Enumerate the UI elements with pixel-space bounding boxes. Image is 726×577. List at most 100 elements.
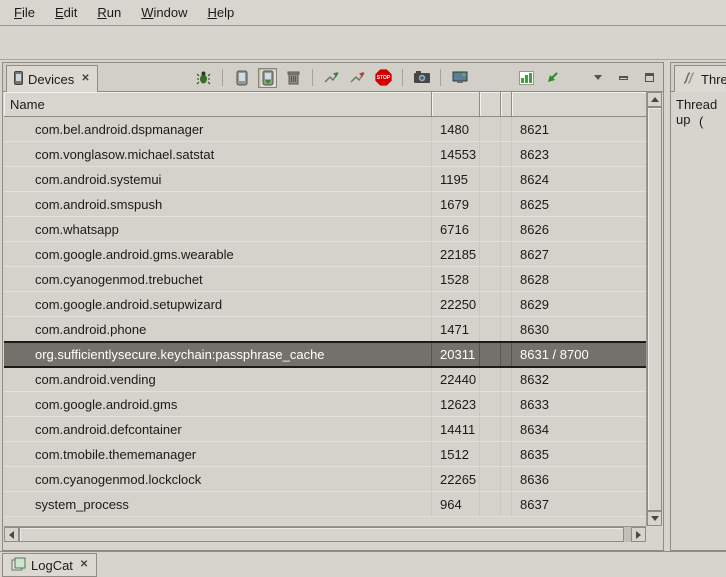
update-threads-icon[interactable] (322, 68, 341, 88)
column-header-name[interactable]: Name (4, 92, 432, 116)
menu-window[interactable]: Window (131, 1, 197, 24)
process-pid: 22250 (432, 292, 480, 316)
device-table-header: Name (4, 92, 646, 117)
tab-devices-label: Devices (28, 72, 74, 87)
method-profiling-icon[interactable] (348, 68, 367, 88)
tab-threads-label: Threads (701, 72, 726, 87)
process-name: com.android.systemui (4, 167, 432, 191)
process-pid: 964 (432, 492, 480, 516)
tab-devices[interactable]: Devices ✕ (6, 65, 98, 92)
debug-process-icon[interactable] (194, 68, 213, 88)
stop-process-icon[interactable]: STOP (374, 68, 393, 88)
menu-run[interactable]: Run (87, 1, 131, 24)
minimize-icon[interactable] (614, 68, 633, 88)
process-pid: 1195 (432, 167, 480, 191)
process-port: 8624 (512, 167, 646, 191)
toolbar-separator (440, 69, 441, 86)
process-name: org.sufficientlysecure.keychain:passphra… (4, 343, 432, 366)
menu-file[interactable]: File (4, 1, 45, 24)
menu-bar: FileEditRunWindowHelp (0, 0, 726, 26)
table-row[interactable]: com.vonglasow.michael.satstat145538623 (4, 142, 646, 167)
menu-help[interactable]: Help (197, 1, 244, 24)
process-pid: 1471 (432, 317, 480, 341)
column-header-a[interactable] (480, 92, 501, 116)
process-pid: 1480 (432, 117, 480, 141)
table-row[interactable]: com.google.android.setupwizard222508629 (4, 292, 646, 317)
table-row[interactable]: com.tmobile.thememanager15128635 (4, 442, 646, 467)
scroll-left-icon[interactable] (4, 527, 19, 542)
threads-panel: Threads ✕ Thread up ( (670, 62, 726, 551)
close-logcat-tab-icon[interactable]: ✕ (80, 560, 88, 570)
dump-hprof-icon[interactable] (258, 68, 277, 88)
table-row-selected[interactable]: org.sufficientlysecure.keychain:passphra… (4, 341, 646, 368)
table-row[interactable]: com.android.vending22440 8632 (4, 367, 646, 392)
column-header-b[interactable] (501, 92, 512, 116)
screen-record-icon[interactable] (450, 68, 469, 88)
table-row[interactable]: com.google.android.gms12623 8633 (4, 392, 646, 417)
process-pid: 14553 (432, 142, 480, 166)
vertical-scroll-thumb[interactable] (647, 107, 662, 511)
horizontal-scroll-thumb[interactable] (19, 527, 624, 542)
horizontal-scrollbar[interactable] (4, 526, 646, 542)
process-port: 8630 (512, 317, 646, 341)
process-name: com.android.phone (4, 317, 432, 341)
system-info-icon[interactable] (543, 68, 562, 88)
process-pid: 1679 (432, 192, 480, 216)
allocation-tracker-icon[interactable] (517, 68, 536, 88)
view-menu-icon[interactable] (588, 68, 607, 88)
process-pid: 22265 (432, 467, 480, 491)
process-port: 8637 (512, 492, 646, 516)
toolbar-separator (312, 69, 313, 86)
process-pid: 22185 (432, 242, 480, 266)
threads-message-line2: ( (699, 114, 703, 129)
table-row[interactable]: com.android.defcontainer144118634 (4, 417, 646, 442)
process-pid: 1512 (432, 442, 480, 466)
process-name: com.google.android.gms (4, 392, 432, 416)
toolbar-separator (402, 69, 403, 86)
maximize-icon[interactable] (640, 68, 659, 88)
vertical-scrollbar[interactable] (646, 92, 662, 526)
scroll-down-icon[interactable] (647, 511, 662, 526)
column-header-port[interactable] (512, 92, 646, 116)
process-port: 8632 (512, 367, 646, 391)
device-tab-icon (14, 71, 23, 88)
process-port: 8633 (512, 392, 646, 416)
table-row[interactable]: com.whatsapp67168626 (4, 217, 646, 242)
tab-threads[interactable]: Threads ✕ (674, 65, 726, 92)
table-row[interactable]: com.android.phone1471 8630 (4, 317, 646, 342)
table-row[interactable]: com.google.android.gms.wearable221858627 (4, 242, 646, 267)
table-row[interactable]: com.bel.android.dspmanager14808621 (4, 117, 646, 142)
scroll-right-icon[interactable] (631, 527, 646, 542)
tab-logcat[interactable]: LogCat ✕ (2, 553, 97, 577)
process-pid: 1528 (432, 267, 480, 291)
process-name: com.bel.android.dspmanager (4, 117, 432, 141)
process-name: system_process (4, 492, 432, 516)
process-port: 8626 (512, 217, 646, 241)
process-pid: 22440 (432, 367, 480, 391)
table-row[interactable]: com.android.smspush16798625 (4, 192, 646, 217)
table-row[interactable]: com.cyanogenmod.lockclock222658636 (4, 467, 646, 492)
devices-tabbar: Devices ✕ STOP (3, 63, 663, 92)
process-port: 8628 (512, 267, 646, 291)
table-row[interactable]: com.android.systemui1195 8624 (4, 167, 646, 192)
process-name: com.android.vending (4, 367, 432, 391)
scroll-up-icon[interactable] (647, 92, 662, 107)
process-pid: 20311 (432, 343, 480, 366)
process-port: 8627 (512, 242, 646, 266)
table-row[interactable]: com.cyanogenmod.trebuchet15288628 (4, 267, 646, 292)
process-port: 8623 (512, 142, 646, 166)
cause-gc-icon[interactable] (284, 68, 303, 88)
process-port: 8625 (512, 192, 646, 216)
logcat-tab-icon (11, 557, 26, 574)
process-pid: 12623 (432, 392, 480, 416)
menu-edit[interactable]: Edit (45, 1, 87, 24)
threads-tab-icon (682, 71, 696, 88)
devices-toolbar: STOP (194, 65, 659, 90)
column-header-pid[interactable] (432, 92, 480, 116)
process-pid: 14411 (432, 417, 480, 441)
close-devices-tab-icon[interactable]: ✕ (81, 74, 89, 84)
table-row[interactable]: system_process964 8637 (4, 492, 646, 517)
update-heap-icon[interactable] (232, 68, 251, 88)
process-name: com.whatsapp (4, 217, 432, 241)
screen-capture-icon[interactable] (412, 68, 431, 88)
